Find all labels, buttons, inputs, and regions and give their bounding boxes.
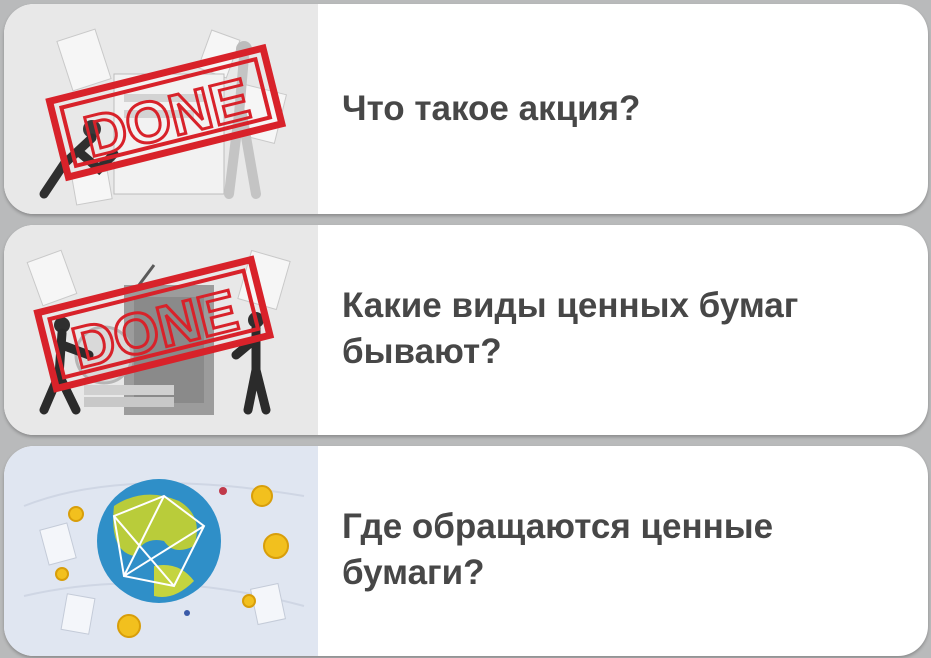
lesson-image: DONE: [4, 4, 318, 214]
illustration: DONE: [39, 28, 288, 206]
lesson-image: DONE: [4, 225, 318, 435]
lesson-list: DONE Что такое акция? DONE Какие виды це…: [0, 0, 931, 658]
lesson-card-stock[interactable]: DONE Что такое акция?: [4, 4, 928, 214]
lesson-title: Где обращаются ценные бумаги?: [342, 507, 774, 592]
lesson-title: Какие виды ценных бумаг бывают?: [342, 286, 799, 371]
lesson-card-markets[interactable]: Где обращаются ценные бумаги?: [4, 446, 928, 656]
illustration: [23, 479, 305, 638]
lesson-title: Что такое акция?: [342, 89, 641, 128]
lesson-image: [4, 446, 318, 656]
lesson-card-securities-types[interactable]: DONE Какие виды ценных бумаг бывают?: [4, 225, 928, 435]
illustration: DONE: [26, 249, 291, 415]
